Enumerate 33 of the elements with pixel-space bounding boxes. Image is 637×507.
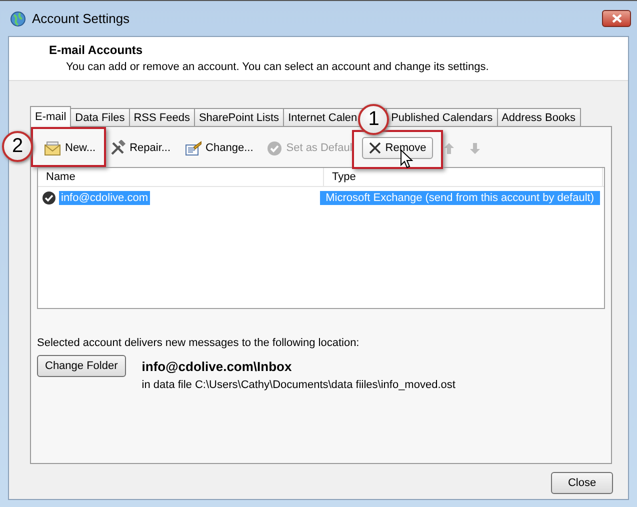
section-title: E-mail Accounts bbox=[49, 43, 144, 57]
delivery-description: Selected account delivers new messages to the following location: bbox=[37, 337, 360, 349]
change-button[interactable]: Change... bbox=[180, 137, 258, 159]
check-circle-icon bbox=[267, 140, 282, 156]
card-edit-icon bbox=[184, 140, 202, 156]
tab[interactable]: Published Calendars bbox=[386, 108, 498, 126]
close-icon bbox=[369, 142, 382, 154]
column-header[interactable]: Name bbox=[38, 168, 324, 186]
data-file-path: in data file C:\Users\Cathy\Documents\data fiiles\info_moved.ost bbox=[142, 379, 456, 391]
arrow-down-icon bbox=[470, 142, 480, 154]
check-badge-icon bbox=[42, 190, 56, 204]
tab[interactable]: Data Files bbox=[70, 108, 130, 126]
window-title: Account Settings bbox=[32, 11, 130, 26]
envelope-icon bbox=[44, 140, 61, 156]
tab[interactable]: RSS Feeds bbox=[128, 108, 195, 126]
repair-button[interactable]: Repair... bbox=[106, 137, 175, 159]
section-description: You can add or remove an account. You can select an account and change its settings. bbox=[66, 61, 490, 73]
step-callout: 2 bbox=[2, 131, 33, 162]
change-folder-button[interactable]: Change Folder bbox=[37, 355, 126, 377]
tab[interactable]: E-mail bbox=[30, 106, 72, 127]
close-icon bbox=[612, 14, 622, 23]
step-callout: 1 bbox=[358, 104, 390, 135]
folder-path: info@cdolive.com\Inbox bbox=[142, 359, 293, 374]
globe-icon bbox=[10, 10, 26, 26]
tab[interactable]: SharePoint Lists bbox=[194, 108, 284, 126]
remove-button[interactable]: Remove bbox=[362, 137, 434, 159]
close-button[interactable] bbox=[602, 10, 631, 27]
arrow-up-icon bbox=[444, 142, 454, 154]
new-button[interactable]: New... bbox=[40, 137, 100, 159]
column-header[interactable]: Type bbox=[324, 168, 603, 186]
tools-icon bbox=[110, 140, 126, 156]
close-dialog-button[interactable]: Close bbox=[551, 472, 613, 494]
tab[interactable]: Address Books bbox=[496, 108, 581, 126]
